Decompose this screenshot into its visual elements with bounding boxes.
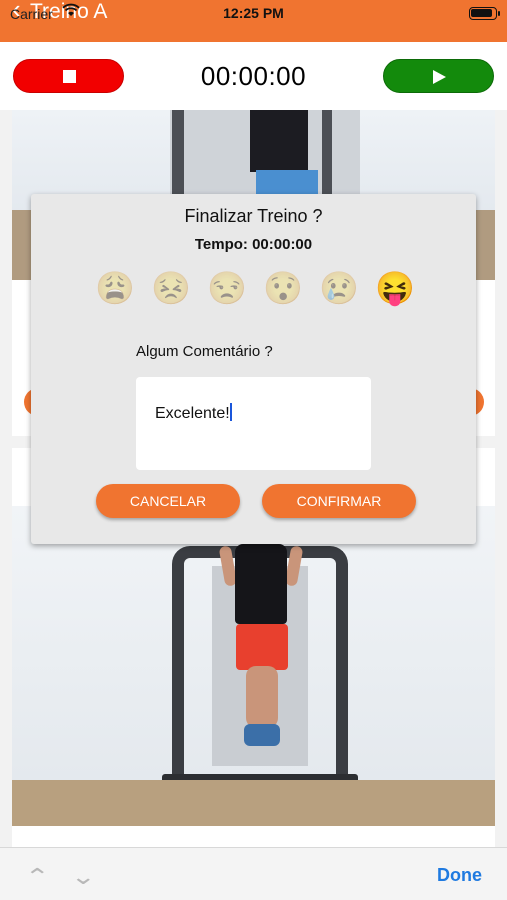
- comment-input[interactable]: Excelente!: [136, 377, 371, 470]
- mood-crying-icon[interactable]: 😢: [319, 268, 359, 308]
- exercise-photo: [12, 506, 495, 826]
- next-field-icon[interactable]: ⌄: [70, 864, 96, 890]
- text-cursor: [229, 403, 232, 421]
- keyboard-toolbar: ⌃ ⌄ Done: [0, 847, 507, 900]
- play-icon: [433, 70, 446, 84]
- mood-unamused-icon[interactable]: 😒: [207, 268, 247, 308]
- comment-text: Excelente!: [155, 405, 230, 422]
- mood-surprised-icon[interactable]: 😯: [263, 268, 303, 308]
- timer-bar: 00:00:00: [0, 42, 507, 110]
- mood-rating: 😩 😣 😒 😯 😢 😝: [95, 268, 415, 310]
- status-bar: ‹ Treino A Carrier 12:25 PM: [0, 0, 507, 42]
- comment-label: Algum Comentário ?: [136, 343, 273, 360]
- play-button[interactable]: [383, 59, 494, 93]
- previous-field-icon[interactable]: ⌃: [24, 864, 50, 890]
- dialog-title: Finalizar Treino ?: [184, 206, 323, 226]
- mood-weary-icon[interactable]: 😩: [95, 268, 135, 308]
- status-time: 12:25 PM: [223, 5, 284, 21]
- confirm-button[interactable]: CONFIRMAR: [262, 484, 416, 518]
- dialog-elapsed-time: Tempo: 00:00:00: [194, 236, 313, 253]
- cancel-button[interactable]: CANCELAR: [96, 484, 240, 518]
- done-button[interactable]: Done: [437, 865, 482, 886]
- finish-workout-dialog: Finalizar Treino ? Tempo: 00:00:00 😩 😣 😒…: [31, 194, 476, 544]
- battery-icon: [469, 7, 500, 20]
- mood-persevering-icon[interactable]: 😣: [151, 268, 191, 308]
- mood-exhausted-icon[interactable]: 😝: [375, 268, 415, 308]
